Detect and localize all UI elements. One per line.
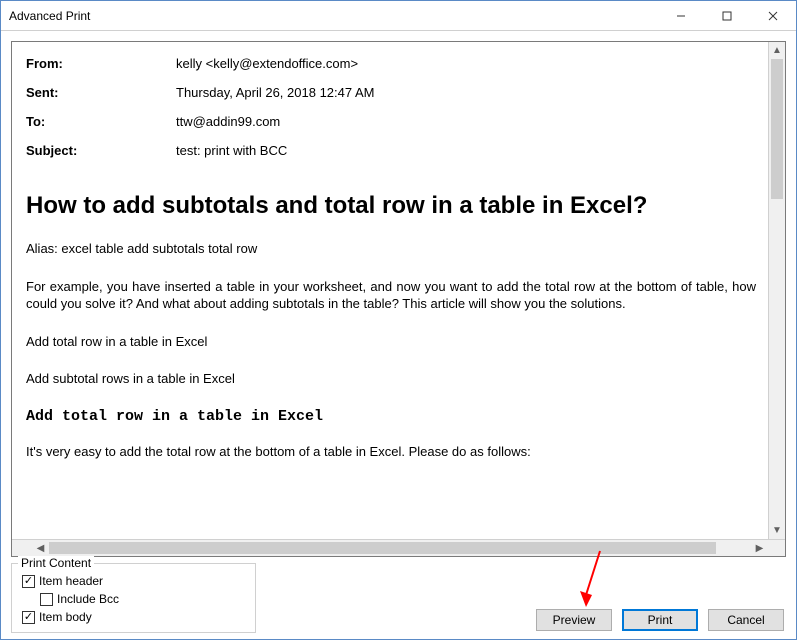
titlebar: Advanced Print [1, 1, 796, 31]
body-alias: Alias: excel table add subtotals total r… [26, 240, 756, 258]
checkbox-item-body[interactable]: Item body [22, 610, 245, 624]
subject-label: Subject: [26, 143, 176, 158]
horizontal-scrollbar[interactable]: ◀ ▶ [12, 539, 785, 556]
body-heading2: Add total row in a table in Excel [26, 408, 756, 425]
body-para1: For example, you have inserted a table i… [26, 278, 756, 313]
close-button[interactable] [750, 1, 796, 31]
header-from: From: kelly <kelly@extendoffice.com> [26, 56, 756, 71]
print-button[interactable]: Print [622, 609, 698, 631]
from-value: kelly <kelly@extendoffice.com> [176, 56, 756, 71]
body-para2: It's very easy to add the total row at t… [26, 443, 756, 461]
to-value: ttw@addin99.com [176, 114, 756, 129]
checkbox-label: Item header [39, 574, 103, 588]
checkbox-label: Include Bcc [57, 592, 119, 606]
checkbox-label: Item body [39, 610, 92, 624]
cancel-button[interactable]: Cancel [708, 609, 784, 631]
scroll-thumb[interactable] [771, 59, 783, 199]
bottom-bar: Print Content Item header Include Bcc It… [11, 563, 786, 633]
preview-button[interactable]: Preview [536, 609, 612, 631]
header-subject: Subject: test: print with BCC [26, 143, 756, 158]
window-title: Advanced Print [9, 9, 658, 23]
minimize-button[interactable] [658, 1, 704, 31]
hscroll-thumb[interactable] [49, 542, 716, 554]
client-area: From: kelly <kelly@extendoffice.com> Sen… [1, 31, 796, 639]
maximize-button[interactable] [704, 1, 750, 31]
checkbox-icon[interactable] [22, 575, 35, 588]
sent-value: Thursday, April 26, 2018 12:47 AM [176, 85, 756, 100]
body-title: How to add subtotals and total row in a … [26, 192, 756, 220]
button-bar: Preview Print Cancel [256, 609, 786, 633]
print-content-group: Print Content Item header Include Bcc It… [11, 563, 256, 633]
scroll-left-icon[interactable]: ◀ [32, 540, 49, 556]
preview-content: From: kelly <kelly@extendoffice.com> Sen… [12, 42, 768, 539]
scroll-right-icon[interactable]: ▶ [751, 540, 768, 556]
header-sent: Sent: Thursday, April 26, 2018 12:47 AM [26, 85, 756, 100]
from-label: From: [26, 56, 176, 71]
scroll-down-icon[interactable]: ▼ [769, 522, 785, 539]
checkbox-icon[interactable] [40, 593, 53, 606]
preview-pane: From: kelly <kelly@extendoffice.com> Sen… [11, 41, 786, 557]
body-link2: Add subtotal rows in a table in Excel [26, 370, 756, 388]
hscroll-track[interactable] [49, 540, 751, 556]
body-link1: Add total row in a table in Excel [26, 333, 756, 351]
checkbox-icon[interactable] [22, 611, 35, 624]
to-label: To: [26, 114, 176, 129]
subject-value: test: print with BCC [176, 143, 756, 158]
scroll-track[interactable] [769, 59, 785, 522]
group-legend: Print Content [18, 556, 94, 570]
sent-label: Sent: [26, 85, 176, 100]
scroll-corner [768, 540, 785, 556]
checkbox-item-header[interactable]: Item header [22, 574, 245, 588]
window: Advanced Print From: kelly <kelly@extend… [0, 0, 797, 640]
vertical-scrollbar[interactable]: ▲ ▼ [768, 42, 785, 539]
header-to: To: ttw@addin99.com [26, 114, 756, 129]
checkbox-include-bcc[interactable]: Include Bcc [40, 592, 245, 606]
scroll-up-icon[interactable]: ▲ [769, 42, 785, 59]
